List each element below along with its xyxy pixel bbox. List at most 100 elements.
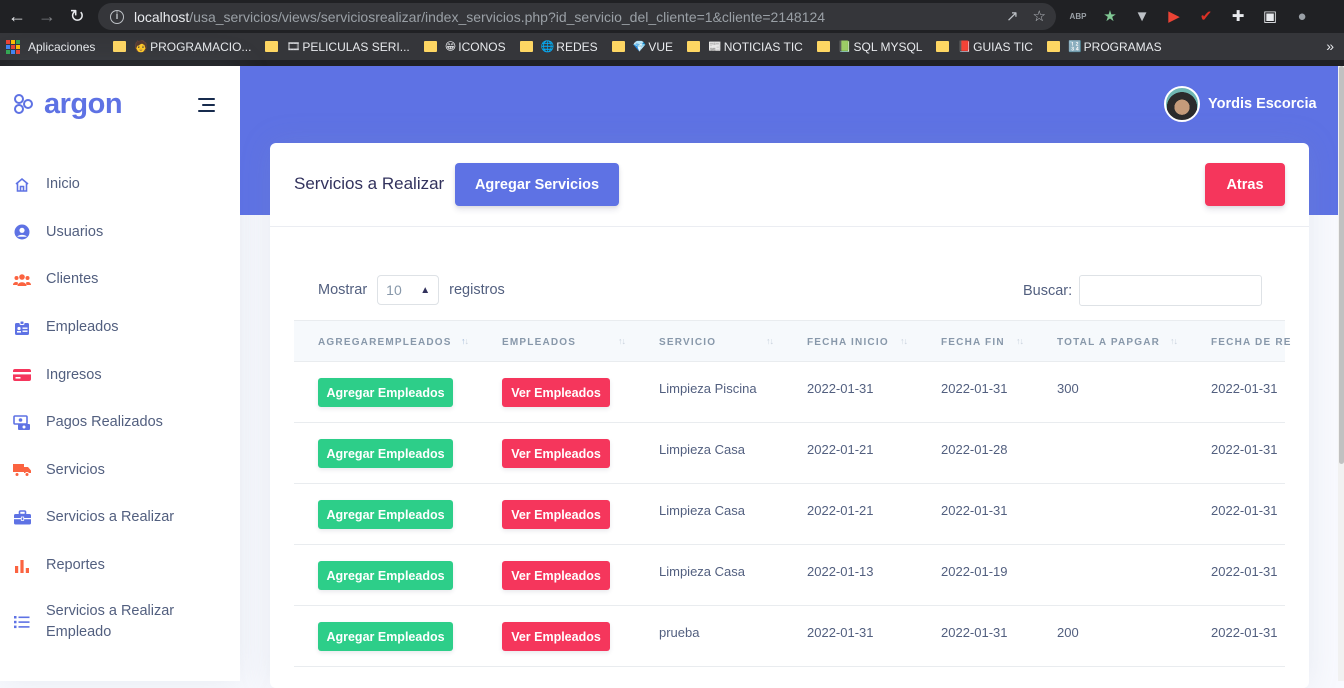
add-employees-button[interactable]: Agregar Empleados — [318, 378, 453, 407]
sidebar-item-label: Servicios — [46, 461, 105, 478]
sidebar-item-servicios-a-realizar-empleado[interactable]: Servicios a Realizar Empleado — [0, 589, 240, 655]
sidebar-item-usuarios[interactable]: Usuarios — [0, 209, 240, 257]
bookmark-folder[interactable]: 💎 VUE — [611, 40, 673, 54]
back-button[interactable]: Atras — [1205, 163, 1285, 206]
table-row: Agregar Empleados Ver Empleados Limpieza P… — [294, 362, 1285, 423]
table-row: Agregar Empleados Ver Empleados Limpieza C… — [294, 484, 1285, 545]
back-icon[interactable]: ← — [2, 2, 32, 32]
bookmark-star-icon[interactable]: ☆ — [1033, 7, 1046, 25]
brand-name: argon — [44, 88, 123, 120]
view-employees-button[interactable]: Ver Empleados — [502, 500, 610, 529]
forward-icon[interactable]: → — [32, 2, 62, 32]
add-employees-button[interactable]: Agregar Empleados — [318, 561, 453, 590]
bookmark-emoji: 💎 — [632, 41, 647, 53]
folder-icon — [265, 41, 279, 52]
search-input[interactable] — [1079, 275, 1263, 306]
address-bar[interactable]: i localhost/usa_servicios/views/servicio… — [98, 3, 1056, 30]
bookmark-emoji: 🌐 — [540, 41, 555, 53]
vue-devtools-icon[interactable]: ▼ — [1132, 6, 1152, 26]
bookmark-folder[interactable]: 📰 NOTICIAS TIC — [687, 40, 803, 54]
view-employees-button[interactable]: Ver Empleados — [502, 378, 610, 407]
site-info-icon[interactable]: i — [110, 9, 124, 24]
column-header[interactable]: Servicio — [659, 321, 716, 363]
video-extension-icon[interactable]: ▶ — [1164, 6, 1184, 26]
column-header[interactable]: Fecha Fin — [941, 321, 1005, 363]
cell-fecha-fin: 2022-01-31 — [941, 625, 1008, 640]
adblock-icon[interactable]: ABP — [1068, 6, 1088, 26]
sidebar-item-label: Servicios a Realizar Empleado — [46, 603, 175, 641]
sidebar-item-servicios-a-realizar[interactable]: Servicios a Realizar — [0, 494, 240, 542]
bookmark-folder[interactable]: 🎞 PELICULAS SERI... — [265, 40, 410, 54]
page-length-control: Mostrar 10 ▲ registros — [318, 275, 505, 305]
brand-logo[interactable]: argon — [14, 88, 123, 121]
column-header[interactable]: Total a Papgar — [1057, 321, 1160, 363]
sidebar-toggle-icon[interactable] — [198, 98, 215, 116]
bookmark-folder[interactable]: 🧑 PROGRAMACIO... — [113, 40, 251, 54]
view-employees-button[interactable]: Ver Empleados — [502, 439, 610, 468]
cell-servicio: Limpieza Casa — [659, 442, 745, 457]
bookmark-label: GUIAS TIC — [973, 39, 1033, 54]
sidebar-item-empleados[interactable]: Empleados — [0, 304, 240, 352]
add-services-button[interactable]: Agregar Servicios — [455, 163, 619, 206]
cell-servicio: Limpieza Piscina — [659, 381, 757, 396]
cell-fecha-re: 2022-01-31 — [1211, 564, 1278, 579]
sidepanel-icon[interactable]: ▣ — [1260, 6, 1280, 26]
sort-icon[interactable]: ↑↓ — [461, 336, 469, 346]
sidebar-item-reportes[interactable]: Reportes — [0, 542, 240, 590]
sidebar-item-inicio[interactable]: Inicio — [0, 161, 240, 209]
view-employees-button[interactable]: Ver Empleados — [502, 622, 610, 651]
bookmark-folder[interactable]: 🌐 REDES — [519, 39, 598, 54]
card-header: Servicios a Realizar Agregar Servicios A… — [270, 143, 1309, 227]
add-employees-button[interactable]: Agregar Empleados — [318, 500, 453, 529]
bookmark-label: REDES — [556, 39, 598, 54]
column-header[interactable]: AgregarEmpleados — [318, 321, 452, 363]
sidebar-item-servicios[interactable]: Servicios — [0, 447, 240, 495]
sort-icon[interactable]: ↑↓ — [1170, 336, 1178, 346]
column-header[interactable]: Fecha Inicio — [807, 321, 889, 363]
user-menu[interactable]: Yordis Escorcia — [1164, 86, 1317, 122]
bookmark-folder[interactable]: 🔢 PROGRAMAS — [1046, 39, 1162, 54]
bookmark-emoji: 🎞 — [286, 41, 301, 53]
table-body: Agregar Empleados Ver Empleados Limpieza P… — [294, 362, 1285, 667]
bookmark-folder[interactable]: 📗 SQL MYSQL — [816, 40, 922, 54]
browser-toolbar: ← → ↻ i localhost/usa_servicios/views/se… — [0, 0, 1344, 33]
star-extension-icon[interactable]: ★ — [1100, 6, 1120, 26]
table-row: Agregar Empleados Ver Empleados Limpieza C… — [294, 545, 1285, 606]
cell-fecha-re: 2022-01-31 — [1211, 625, 1278, 640]
todo-extension-icon[interactable]: ✔ — [1196, 6, 1216, 26]
sidebar-item-label: Inicio — [46, 176, 80, 193]
bookmark-apps[interactable]: Aplicaciones — [6, 39, 95, 54]
column-header[interactable]: Empleados — [502, 321, 576, 363]
url-path: /usa_servicios/views/serviciosrealizar/i… — [189, 8, 826, 25]
profile-icon[interactable]: ● — [1292, 6, 1312, 26]
sidebar-nav: Inicio Usuarios Clientes Empleados Ingresos P… — [0, 161, 240, 655]
table-row: Agregar Empleados Ver Empleados prueba 2022… — [294, 606, 1285, 667]
home-icon — [13, 176, 31, 194]
view-employees-button[interactable]: Ver Empleados — [502, 561, 610, 590]
bookmarks-overflow-icon[interactable]: » — [1326, 38, 1334, 54]
page-length-select[interactable]: 10 ▲ — [377, 275, 440, 305]
sort-icon[interactable]: ↑↓ — [618, 336, 626, 346]
cell-servicio: prueba — [659, 625, 700, 640]
share-icon[interactable]: ↗ — [1006, 7, 1019, 25]
column-header[interactable]: Fecha de Re — [1211, 321, 1292, 363]
sort-icon[interactable]: ↑↓ — [766, 336, 774, 346]
sort-icon[interactable]: ↑↓ — [900, 336, 908, 346]
reload-icon[interactable]: ↻ — [62, 2, 92, 32]
select-caret-icon: ▲ — [420, 284, 431, 296]
sidebar-item-ingresos[interactable]: Ingresos — [0, 351, 240, 399]
bookmark-label: PROGRAMAS — [1083, 39, 1162, 54]
users-icon — [13, 271, 31, 289]
sidebar: argon Inicio Usuarios Clientes Empleados Ing… — [0, 66, 240, 681]
page-scrollbar-thumb[interactable] — [1339, 66, 1344, 464]
bookmark-folder[interactable]: 😁 ICONOS — [423, 40, 506, 54]
add-employees-button[interactable]: Agregar Empleados — [318, 622, 453, 651]
sidebar-item-label: Reportes — [46, 557, 105, 574]
sidebar-item-pagos-realizados[interactable]: Pagos Realizados — [0, 399, 240, 447]
sidebar-item-clientes[interactable]: Clientes — [0, 256, 240, 304]
truck-icon — [13, 461, 31, 479]
puzzle-icon[interactable]: ✚ — [1228, 6, 1248, 26]
bookmark-folder[interactable]: 📕 GUIAS TIC — [936, 40, 1033, 54]
sort-icon[interactable]: ↑↓ — [1016, 336, 1024, 346]
add-employees-button[interactable]: Agregar Empleados — [318, 439, 453, 468]
